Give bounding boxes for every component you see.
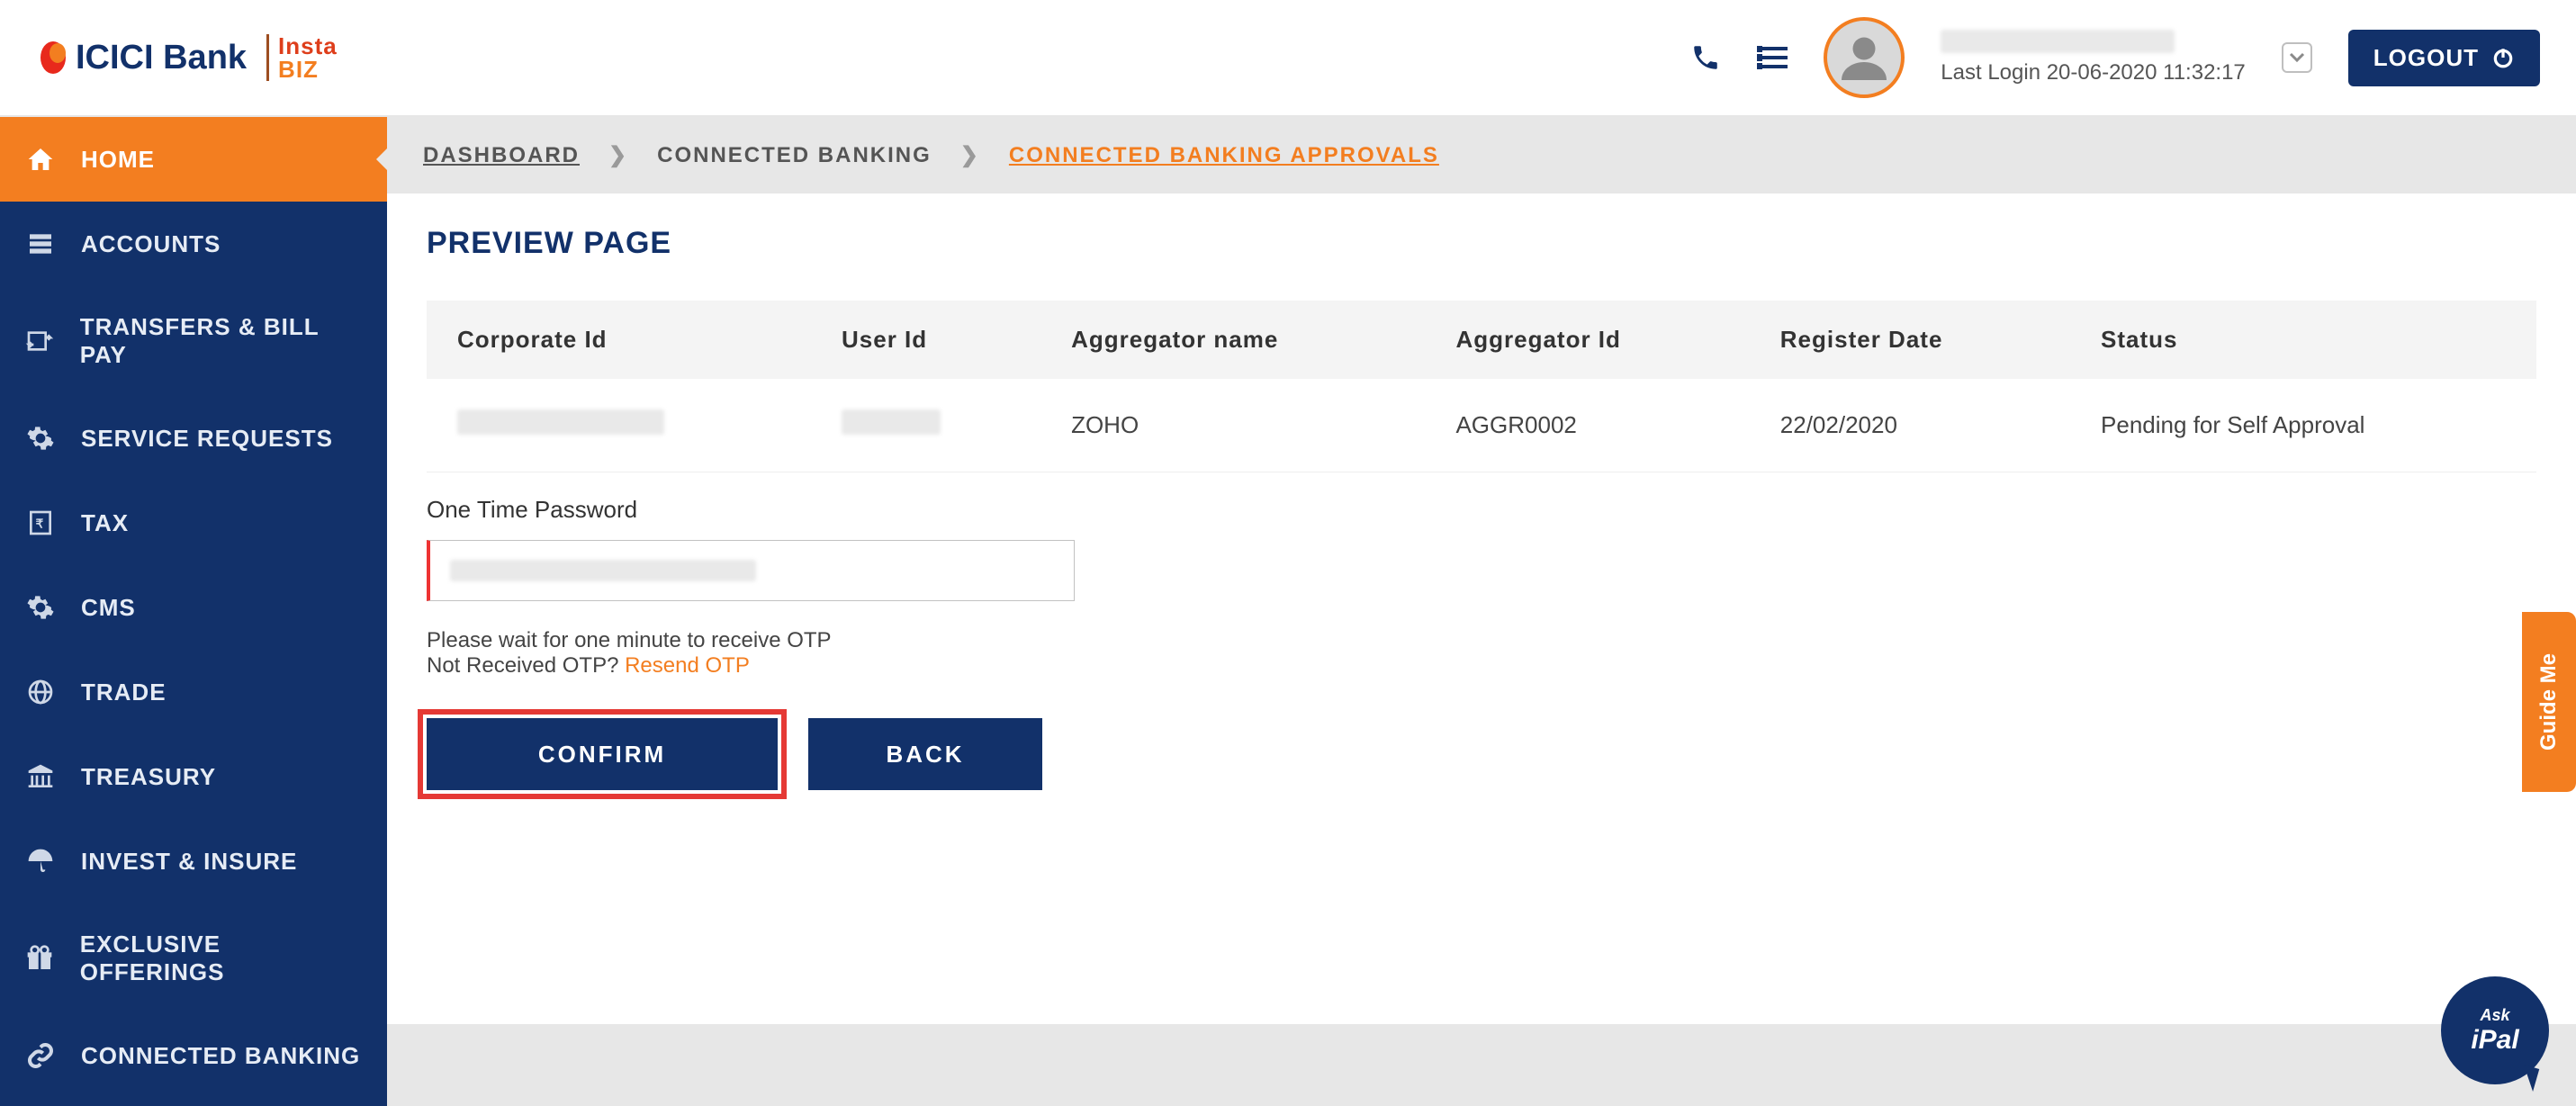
sidebar-item-exclusive-offerings[interactable]: EXCLUSIVE OFFERINGS (0, 904, 387, 1013)
cell-status: Pending for Self Approval (2070, 379, 2536, 472)
last-login: Last Login 20-06-2020 11:32:17 (1941, 60, 2246, 85)
tax-icon: ₹ (25, 508, 56, 538)
sidebar-item-transfers[interactable]: TRANSFERS & BILL PAY (0, 286, 387, 396)
sidebar-item-label: TREASURY (81, 763, 216, 791)
sidebar-item-connected-banking[interactable]: CONNECTED BANKING (0, 1013, 387, 1098)
main-content: DASHBOARD ❯ CONNECTED BANKING ❯ CONNECTE… (387, 117, 2576, 1106)
breadcrumb-connected-banking: CONNECTED BANKING (657, 143, 932, 168)
preview-page: PREVIEW PAGE Corporate Id User Id Aggreg… (387, 193, 2576, 1024)
user-block: Last Login 20-06-2020 11:32:17 (1941, 30, 2246, 85)
cell-aggregator-name: ZOHO (1040, 379, 1425, 472)
table-header-row: Corporate Id User Id Aggregator name Agg… (427, 301, 2536, 379)
treasury-icon (25, 761, 56, 792)
sidebar-item-label: TAX (81, 509, 129, 537)
power-icon (2491, 46, 2515, 69)
link-icon (25, 1040, 56, 1071)
col-aggregator-id: Aggregator Id (1425, 301, 1749, 379)
user-name-redacted (1941, 30, 2175, 53)
sidebar-item-treasury[interactable]: TREASURY (0, 734, 387, 819)
chevron-right-icon: ❯ (608, 142, 628, 168)
resend-otp-link[interactable]: Resend OTP (625, 653, 750, 678)
bank-logo-icon (36, 40, 72, 76)
sidebar-item-label: CMS (81, 594, 136, 622)
sidebar-item-invest-insure[interactable]: INVEST & INSURE (0, 819, 387, 904)
sidebar-item-label: CONNECTED BANKING (81, 1042, 360, 1070)
header: ICICI Bank Insta BIZ Last Login 20-06-20… (0, 0, 2576, 117)
sidebar-item-label: INVEST & INSURE (81, 848, 297, 876)
confirm-button[interactable]: CONFIRM (427, 718, 778, 790)
sidebar-item-label: HOME (81, 146, 155, 174)
sidebar-item-cms[interactable]: CMS (0, 565, 387, 650)
logout-label: LOGOUT (2373, 44, 2479, 72)
brand-name: ICICI Bank (76, 39, 247, 77)
brand-sub2: BIZ (278, 58, 338, 81)
back-button[interactable]: BACK (808, 718, 1042, 790)
brand-sub1: Insta (278, 34, 338, 58)
back-label: BACK (886, 741, 964, 769)
col-corporate-id: Corporate Id (427, 301, 811, 379)
transfers-icon (25, 326, 55, 356)
brand-logo[interactable]: ICICI Bank Insta BIZ (36, 34, 338, 81)
col-user-id: User Id (811, 301, 1040, 379)
ipal-ask-label: Ask (2480, 1006, 2509, 1025)
breadcrumb-approvals[interactable]: CONNECTED BANKING APPROVALS (1009, 143, 1439, 168)
breadcrumb: DASHBOARD ❯ CONNECTED BANKING ❯ CONNECTE… (387, 117, 2576, 193)
preview-table: Corporate Id User Id Aggregator name Agg… (427, 301, 2536, 472)
table-row: ZOHO AGGR0002 22/02/2020 Pending for Sel… (427, 379, 2536, 472)
sidebar-item-accounts[interactable]: ACCOUNTS (0, 202, 387, 286)
user-menu-toggle[interactable] (2282, 42, 2312, 73)
svg-text:₹: ₹ (36, 517, 45, 530)
otp-label: One Time Password (427, 496, 2536, 524)
sidebar: HOME ACCOUNTS TRANSFERS & BILL PAY SERVI… (0, 117, 387, 1106)
avatar[interactable] (1824, 17, 1905, 98)
phone-icon[interactable] (1690, 42, 1721, 73)
ipal-label: iPal (2471, 1025, 2518, 1056)
sidebar-item-label: SERVICE REQUESTS (81, 425, 333, 453)
otp-wait-message: Please wait for one minute to receive OT… (427, 628, 2536, 653)
cell-aggregator-id: AGGR0002 (1425, 379, 1749, 472)
gear-icon (25, 592, 56, 623)
guide-me-tab[interactable]: Guide Me (2522, 612, 2576, 792)
logout-button[interactable]: LOGOUT (2348, 30, 2540, 86)
col-status: Status (2070, 301, 2536, 379)
sidebar-item-label: TRADE (81, 679, 167, 706)
sidebar-item-home[interactable]: HOME (0, 117, 387, 202)
menu-lines-icon[interactable] (1757, 42, 1788, 73)
col-aggregator-name: Aggregator name (1040, 301, 1425, 379)
sidebar-item-service-requests[interactable]: SERVICE REQUESTS (0, 396, 387, 481)
sidebar-item-label: ACCOUNTS (81, 230, 221, 258)
sidebar-item-trade[interactable]: TRADE (0, 650, 387, 734)
user-id-redacted (842, 409, 941, 435)
page-title: PREVIEW PAGE (427, 226, 2536, 261)
gear-icon (25, 423, 56, 454)
sidebar-item-tax[interactable]: ₹ TAX (0, 481, 387, 565)
ask-ipal-button[interactable]: Ask iPal (2441, 976, 2549, 1084)
corporate-id-redacted (457, 409, 664, 435)
gift-icon (25, 943, 55, 974)
chevron-right-icon: ❯ (960, 142, 980, 168)
otp-input[interactable] (427, 540, 1075, 601)
accounts-icon (25, 229, 56, 259)
confirm-label: CONFIRM (538, 741, 666, 769)
otp-not-received: Not Received OTP? (427, 653, 625, 678)
cell-register-date: 22/02/2020 (1750, 379, 2070, 472)
sidebar-item-label: EXCLUSIVE OFFERINGS (80, 931, 362, 986)
otp-value-redacted (450, 560, 756, 581)
home-icon (25, 144, 56, 175)
sidebar-item-label: TRANSFERS & BILL PAY (80, 313, 362, 369)
globe-icon (25, 677, 56, 707)
col-register-date: Register Date (1750, 301, 2070, 379)
umbrella-icon (25, 846, 56, 877)
breadcrumb-dashboard[interactable]: DASHBOARD (423, 143, 580, 168)
